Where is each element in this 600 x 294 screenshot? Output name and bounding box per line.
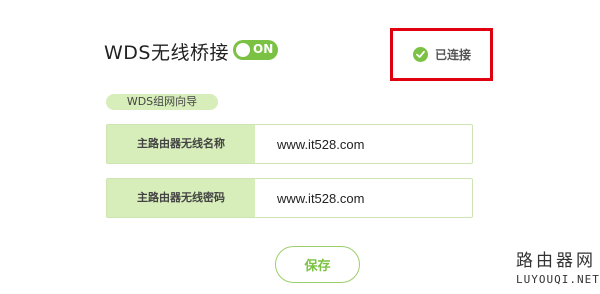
wds-guide-badge[interactable]: WDS组网向导 bbox=[106, 94, 218, 110]
ssid-label: 主路由器无线名称 bbox=[107, 125, 255, 163]
watermark-en: LUYOUQI.NET bbox=[516, 273, 600, 286]
password-label: 主路由器无线密码 bbox=[107, 179, 255, 217]
password-row: 主路由器无线密码 bbox=[106, 178, 473, 218]
wds-toggle[interactable]: ON bbox=[233, 40, 278, 60]
toggle-label: ON bbox=[253, 42, 274, 56]
status-text: 已连接 bbox=[435, 48, 472, 62]
password-input[interactable] bbox=[255, 179, 472, 217]
site-watermark: 路由器网 LUYOUQI.NET bbox=[516, 246, 600, 286]
page-title: WDS无线桥接 bbox=[104, 42, 229, 64]
watermark-cn: 路由器网 bbox=[516, 251, 596, 271]
check-circle-icon bbox=[413, 47, 428, 62]
connection-status: 已连接 bbox=[390, 28, 493, 81]
toggle-knob bbox=[236, 43, 250, 57]
ssid-input[interactable] bbox=[255, 125, 472, 163]
ssid-row: 主路由器无线名称 bbox=[106, 124, 473, 164]
save-button[interactable]: 保存 bbox=[275, 246, 360, 283]
